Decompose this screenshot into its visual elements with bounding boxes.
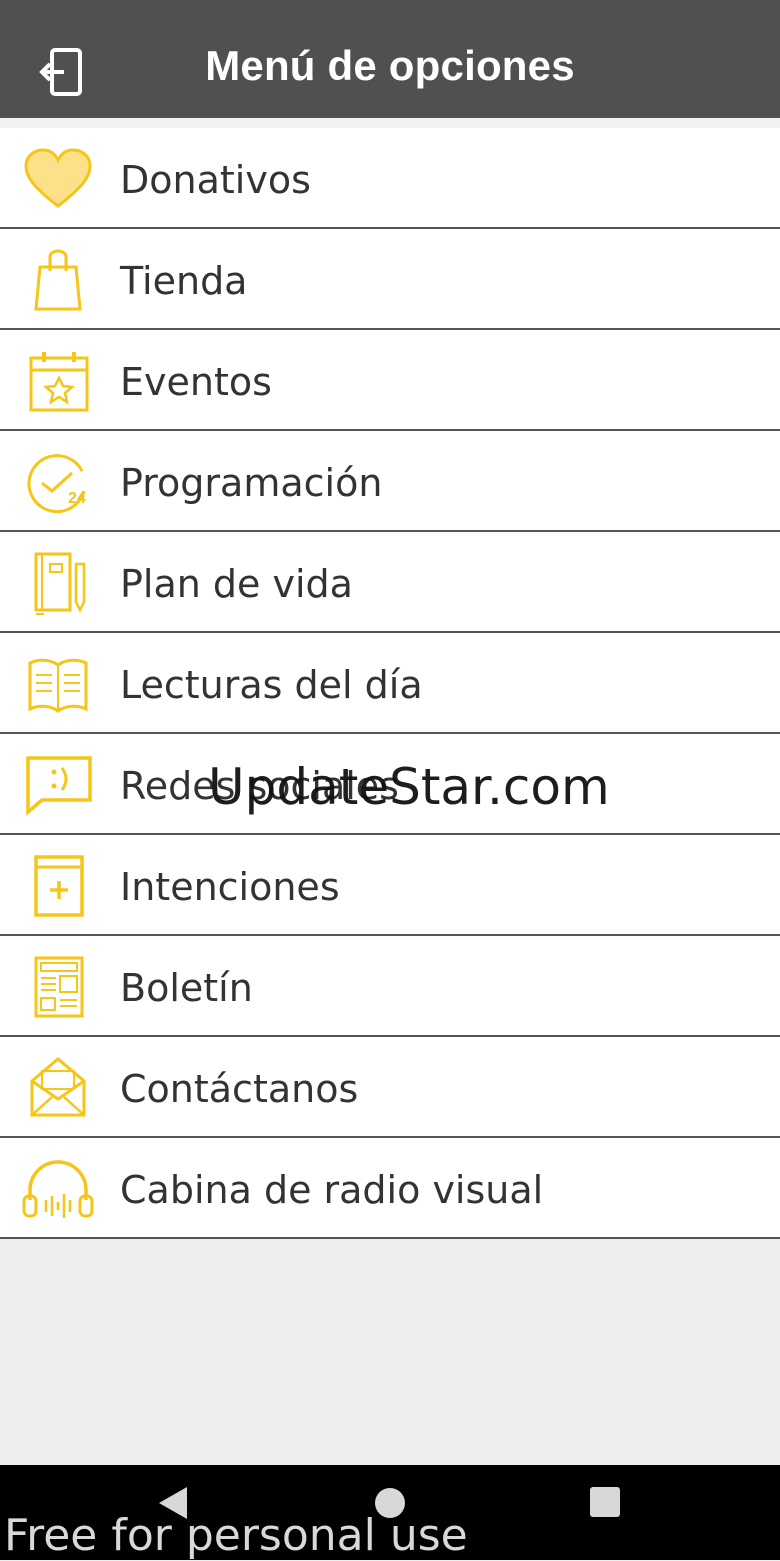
menu-item-label: Cabina de radio visual xyxy=(120,1168,544,1212)
menu-item-label: Plan de vida xyxy=(120,562,353,606)
app-header: Menú de opciones xyxy=(0,0,780,118)
envelope-icon xyxy=(22,1055,94,1121)
system-nav-bar xyxy=(0,1465,780,1560)
menu-item-tienda[interactable]: Tienda xyxy=(0,229,780,330)
headphones-icon xyxy=(22,1156,94,1222)
page-title: Menú de opciones xyxy=(205,42,575,89)
open-book-icon xyxy=(22,651,94,717)
menu-item-label: Programación xyxy=(120,461,383,505)
menu-item-lecturas[interactable]: Lecturas del día xyxy=(0,633,780,734)
newsletter-icon xyxy=(22,954,94,1020)
menu-item-label: Eventos xyxy=(120,360,272,404)
menu-item-label: Boletín xyxy=(120,966,253,1010)
svg-text:24: 24 xyxy=(68,490,86,507)
chat-smile-icon xyxy=(22,752,94,818)
menu-item-cabina-radio[interactable]: Cabina de radio visual xyxy=(0,1138,780,1239)
menu-item-boletin[interactable]: Boletín xyxy=(0,936,780,1037)
menu-item-eventos[interactable]: Eventos xyxy=(0,330,780,431)
menu-item-redes-sociales[interactable]: Redes sociales xyxy=(0,734,780,835)
calendar-star-icon xyxy=(22,348,94,414)
notebook-pencil-icon xyxy=(22,550,94,616)
options-menu: Donativos Tienda Eventos 24 Programación… xyxy=(0,128,780,1239)
nav-back-icon[interactable] xyxy=(155,1485,191,1526)
menu-item-donativos[interactable]: Donativos xyxy=(0,128,780,229)
menu-item-label: Contáctanos xyxy=(120,1067,359,1111)
book-plus-icon xyxy=(22,853,94,919)
clock-24-icon: 24 xyxy=(22,449,94,515)
nav-home-icon[interactable] xyxy=(372,1485,408,1526)
menu-item-label: Redes sociales xyxy=(120,764,399,808)
menu-item-plan-de-vida[interactable]: Plan de vida xyxy=(0,532,780,633)
nav-recents-icon[interactable] xyxy=(588,1485,622,1524)
menu-item-label: Tienda xyxy=(120,259,248,303)
menu-item-label: Donativos xyxy=(120,158,311,202)
shopping-bag-icon xyxy=(22,247,94,313)
menu-item-programacion[interactable]: 24 Programación xyxy=(0,431,780,532)
menu-item-contactanos[interactable]: Contáctanos xyxy=(0,1037,780,1138)
heart-icon xyxy=(22,146,94,212)
menu-item-intenciones[interactable]: Intenciones xyxy=(0,835,780,936)
header-shadow xyxy=(0,118,780,128)
menu-item-label: Intenciones xyxy=(120,865,340,909)
menu-item-label: Lecturas del día xyxy=(120,663,423,707)
